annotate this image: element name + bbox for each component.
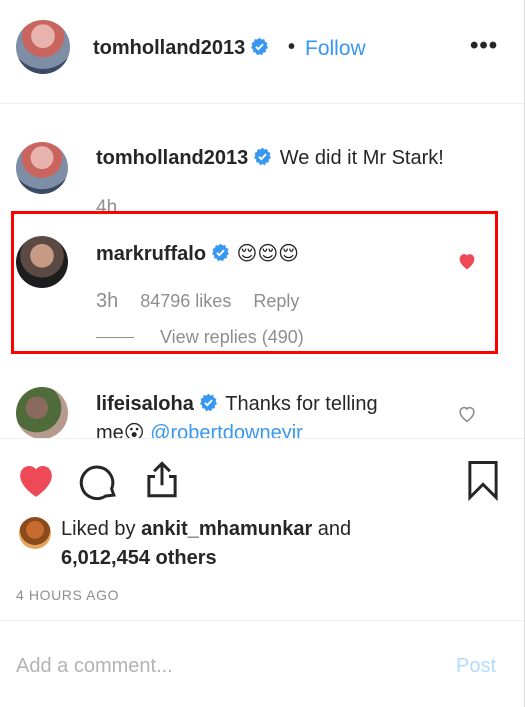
comment-text: Thanks for telling — [225, 393, 378, 415]
commenter-username[interactable]: tomholland2013 — [96, 147, 248, 169]
bookmark-icon[interactable] — [462, 459, 504, 504]
reply-button[interactable]: Reply — [253, 291, 299, 312]
likes-count[interactable]: 6,012,454 others — [61, 547, 217, 569]
likes-middle: and — [312, 518, 352, 540]
comment-text-line2: me😮 @robertdowneyjr — [96, 420, 303, 438]
commenter-avatar[interactable] — [16, 387, 68, 438]
replies-divider — [96, 337, 134, 338]
comment-item: tomholland2013 We did it Mr Stark! 4h — [0, 105, 524, 218]
comment-text-prefix: me😮 — [96, 422, 145, 438]
post-actions: Liked by ankit_mhamunkar and 6,012,454 ot… — [0, 438, 524, 618]
post-button[interactable]: Post — [456, 655, 496, 678]
comment-emoji: 😌😌😌 — [236, 243, 300, 265]
commenter-username[interactable]: lifeisaloha — [96, 393, 194, 415]
verified-badge-icon — [251, 37, 269, 56]
view-replies-button[interactable]: View replies (490) — [96, 327, 304, 348]
comment-content: tomholland2013 We did it Mr Stark! — [96, 147, 444, 170]
verified-badge-icon — [212, 243, 230, 262]
comment-item: lifeisaloha Thanks for telling me😮 @robe… — [0, 365, 524, 438]
mention-link[interactable]: @robertdowneyjr — [150, 422, 303, 438]
comment-content: lifeisaloha Thanks for telling — [96, 393, 378, 416]
more-options-icon[interactable]: ••• — [470, 32, 498, 60]
comment-item-highlighted: markruffalo 😌😌😌 3h 84796 likes Reply View … — [0, 215, 524, 365]
verified-badge-icon — [254, 147, 272, 166]
author-username-text[interactable]: tomholland2013 — [93, 37, 245, 59]
comment-meta: 3h 84796 likes Reply — [96, 290, 299, 313]
liker-username[interactable]: ankit_mhamunkar — [141, 518, 312, 540]
commenter-avatar[interactable] — [16, 142, 68, 194]
verified-badge-icon — [199, 393, 217, 412]
author-avatar[interactable] — [16, 20, 70, 74]
liker-avatar[interactable] — [19, 517, 51, 549]
comment-heart-filled-icon[interactable] — [456, 250, 478, 272]
add-comment-bar: Post — [0, 620, 524, 707]
follow-button[interactable]: Follow — [305, 37, 366, 61]
post-panel: tomholland2013 • Follow ••• tomholland20… — [0, 0, 525, 707]
view-replies-label: View replies (490) — [160, 327, 304, 347]
author-username[interactable]: tomholland2013 — [93, 37, 269, 60]
commenter-username[interactable]: markruffalo — [96, 243, 206, 265]
heart-icon[interactable] — [15, 461, 57, 504]
comment-bubble-icon[interactable] — [78, 461, 120, 506]
commenter-avatar[interactable] — [16, 236, 68, 288]
likes-text: Liked by ankit_mhamunkar and 6,012,454 ot… — [61, 515, 501, 573]
comment-text: We did it Mr Stark! — [279, 147, 444, 169]
likes-prefix: Liked by — [61, 518, 142, 540]
comment-content: markruffalo 😌😌😌 — [96, 241, 299, 266]
comment-input[interactable] — [16, 651, 416, 681]
post-timestamp[interactable]: 4 HOURS AGO — [16, 587, 119, 603]
header-separator: • — [288, 36, 296, 58]
post-header: tomholland2013 • Follow ••• — [0, 0, 524, 104]
share-icon[interactable] — [141, 459, 183, 504]
comment-likes-count[interactable]: 84796 likes — [140, 291, 231, 311]
comment-heart-outline-icon[interactable] — [456, 403, 478, 425]
comments-list[interactable]: tomholland2013 We did it Mr Stark! 4h ma… — [0, 105, 524, 438]
comment-time: 3h — [96, 290, 119, 312]
